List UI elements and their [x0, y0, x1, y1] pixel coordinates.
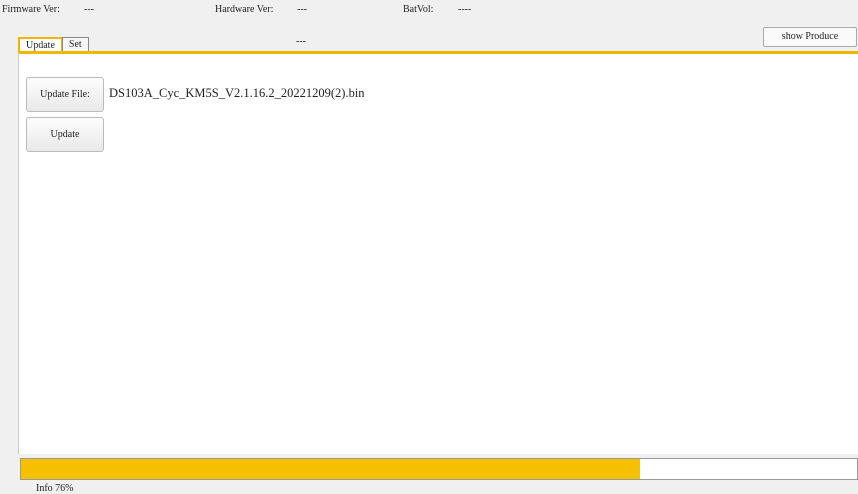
tab-set[interactable]: Set	[61, 37, 89, 51]
tab-update[interactable]: Update	[18, 37, 63, 52]
top-placeholder: ---	[296, 36, 306, 47]
update-button[interactable]: Update	[26, 117, 104, 152]
status-text: Info 76%	[36, 483, 74, 494]
batvol-label: BatVol:	[403, 4, 434, 15]
firmware-value: ---	[84, 4, 94, 15]
tab-bar: Update Set	[18, 37, 89, 52]
update-file-button[interactable]: Update File:	[26, 77, 104, 112]
update-panel	[18, 51, 858, 454]
firmware-label: Firmware Ver:	[2, 4, 60, 15]
file-name: DS103A_Cyc_KM5S_V2.1.16.2_20221209(2).bi…	[109, 86, 365, 100]
show-produce-button[interactable]: show Produce	[763, 27, 857, 47]
hardware-value: ---	[297, 4, 307, 15]
hardware-label: Hardware Ver:	[215, 4, 274, 15]
progress-fill	[21, 459, 640, 479]
progress-bar	[20, 458, 858, 480]
device-info-row: Firmware Ver: --- Hardware Ver: --- BatV…	[0, 2, 858, 20]
batvol-value: ----	[458, 4, 472, 15]
